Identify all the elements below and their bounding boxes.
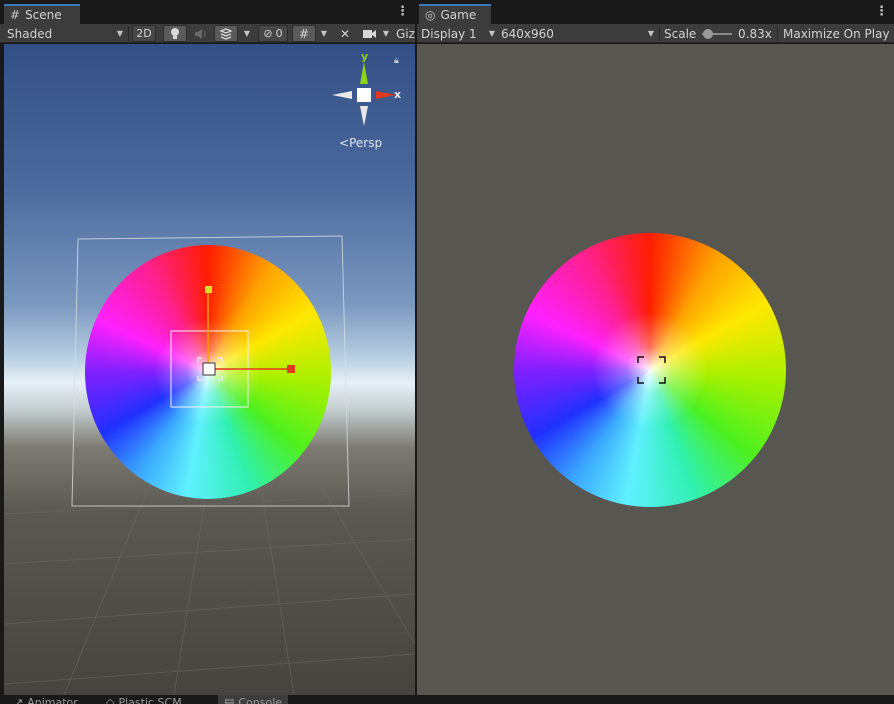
- projection-toggle[interactable]: <Persp: [339, 136, 382, 150]
- tab-console-label: Console: [238, 695, 283, 704]
- hidden-count: 0: [275, 27, 283, 40]
- gizmo-x-handle[interactable]: [287, 365, 295, 373]
- neg-x-axis-cone[interactable]: [332, 91, 352, 99]
- toolbar-divider: [128, 26, 129, 41]
- persp-icon: <: [339, 136, 350, 150]
- audio-toggle-button[interactable]: [190, 25, 212, 42]
- persp-label: Persp: [349, 136, 383, 150]
- y-axis-label: y: [361, 50, 369, 63]
- game-tabbar: ◎ Game ⋮: [417, 0, 894, 24]
- tab-scene-label: Scene: [25, 8, 62, 22]
- gizmo-center-handle[interactable]: [202, 362, 216, 376]
- x-axis-label: x: [394, 88, 402, 101]
- scene-tabbar: # Scene ⋮: [0, 0, 415, 24]
- camera-dropdown[interactable]: ▼: [381, 24, 391, 43]
- lighting-toggle-button[interactable]: [163, 25, 187, 42]
- chevron-down-icon: ▼: [647, 29, 654, 38]
- scene-toolbar: Shaded ▼ 2D ▼ ⊘ 0 # ▼ ✕ ▼ Giz: [0, 24, 415, 43]
- focus-bracket-marks: [637, 356, 666, 384]
- resolution-value: 640x960: [501, 26, 554, 41]
- scene-viewport[interactable]: y x 🔒︎ <Persp: [4, 44, 415, 695]
- grid-icon: #: [10, 8, 21, 22]
- neg-y-axis-cone[interactable]: [360, 106, 368, 126]
- display-dropdown[interactable]: Display 1 ▼: [421, 24, 495, 43]
- tab-animator-label: Animator: [27, 695, 78, 704]
- gizmos-dropdown[interactable]: Giz: [396, 24, 415, 43]
- resolution-dropdown[interactable]: 640x960 ▼: [501, 24, 654, 43]
- tools-icon: ✕: [339, 26, 351, 41]
- tab-console[interactable]: ▤ Console: [218, 695, 289, 704]
- center-cube[interactable]: [357, 88, 371, 102]
- gizmos-label: Giz: [396, 26, 415, 41]
- mode-2d-label: 2D: [136, 27, 152, 40]
- scene-panel: # Scene ⋮ Shaded ▼ 2D ▼ ⊘ 0 # ▼ ✕ ▼ Giz …: [0, 0, 415, 695]
- tab-game-label: Game: [440, 8, 477, 22]
- effects-dropdown[interactable]: ▼: [241, 24, 253, 43]
- tools-button[interactable]: ✕: [334, 25, 356, 42]
- game-options-icon[interactable]: ⋮: [875, 5, 888, 19]
- scale-label: Scale: [664, 26, 697, 41]
- layers-icon: [219, 27, 233, 40]
- game-panel: ◎ Game ⋮ Display 1 ▼ 640x960 ▼ Scale 0.8…: [417, 0, 894, 695]
- tab-plastic-label: Plastic SCM: [118, 695, 182, 704]
- toolbar-divider: [659, 26, 660, 41]
- effects-toggle-button[interactable]: [214, 25, 238, 42]
- y-axis-cone[interactable]: [360, 62, 368, 84]
- gamepad-icon: ◎: [425, 8, 436, 22]
- speaker-icon: [195, 28, 206, 39]
- x-axis-cone[interactable]: [376, 91, 396, 99]
- scene-options-icon[interactable]: ⋮: [396, 5, 409, 19]
- scale-value: 0.83x: [738, 26, 772, 41]
- bottom-tabbar: ↗ Animator ◇ Plastic SCM ▤ Console: [0, 695, 894, 704]
- tab-game[interactable]: ◎ Game: [419, 4, 491, 24]
- eye-slash-icon: ⊘: [263, 27, 273, 40]
- maximize-on-play-toggle[interactable]: Maximize On Play: [783, 24, 890, 43]
- animator-icon: ↗: [14, 695, 24, 704]
- chevron-down-icon: ▼: [243, 29, 251, 38]
- camera-button[interactable]: [360, 25, 380, 42]
- tab-scene[interactable]: # Scene: [4, 4, 80, 24]
- lightbulb-icon: [171, 28, 179, 39]
- console-icon: ▤: [224, 695, 235, 704]
- camera-icon: [363, 29, 376, 38]
- display-value: Display 1: [421, 26, 477, 41]
- toolbar-divider: [777, 26, 778, 41]
- hidden-objects-button[interactable]: ⊘ 0: [258, 25, 288, 42]
- gizmo-y-handle[interactable]: [205, 286, 212, 293]
- plastic-icon: ◇: [106, 695, 115, 704]
- chevron-down-icon: ▼: [382, 29, 390, 38]
- tab-plastic-scm[interactable]: ◇ Plastic SCM: [106, 695, 182, 704]
- grid-toggle-button[interactable]: #: [292, 25, 316, 42]
- chevron-down-icon: ▼: [488, 29, 495, 38]
- grid-icon: #: [298, 26, 310, 41]
- grid-dropdown[interactable]: ▼: [318, 24, 330, 43]
- game-viewport[interactable]: [417, 44, 894, 695]
- scale-slider-thumb[interactable]: [703, 29, 713, 39]
- shading-mode-dropdown[interactable]: Shaded ▼: [7, 24, 123, 43]
- shading-mode-value: Shaded: [7, 26, 53, 41]
- chevron-down-icon: ▼: [116, 29, 123, 38]
- lock-icon[interactable]: 🔒︎: [394, 56, 399, 66]
- tab-animator[interactable]: ↗ Animator: [14, 695, 78, 704]
- chevron-down-icon: ▼: [320, 29, 328, 38]
- orientation-gizmo[interactable]: [324, 54, 404, 134]
- game-overlay: [637, 356, 666, 384]
- game-toolbar: Display 1 ▼ 640x960 ▼ Scale 0.83x Maximi…: [417, 24, 894, 43]
- mode-2d-button[interactable]: 2D: [132, 25, 156, 42]
